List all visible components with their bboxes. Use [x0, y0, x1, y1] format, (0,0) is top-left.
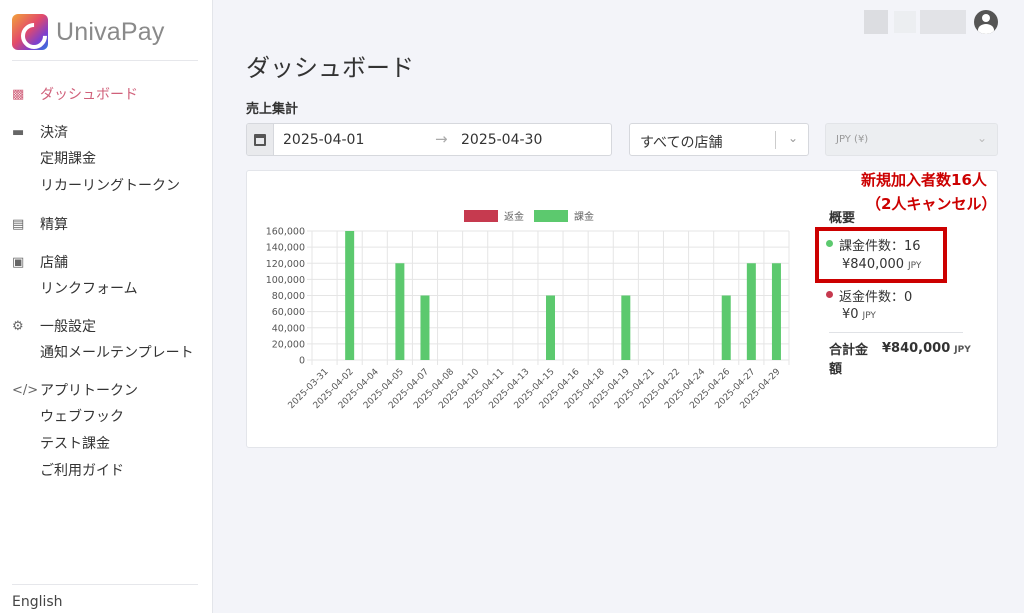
calendar-button[interactable] — [247, 124, 274, 155]
divider — [829, 332, 963, 333]
y-tick-label: 100,000 — [266, 275, 305, 286]
bar-charge — [771, 263, 781, 360]
y-tick-label: 0 — [299, 356, 305, 367]
currency-select[interactable]: JPY (¥) ⌄ — [825, 123, 998, 156]
refund-count: 返金件数：0 — [839, 290, 913, 305]
page-title: ダッシュボード — [246, 54, 414, 82]
y-tick-label: 160,000 — [266, 227, 305, 238]
currency-unit: JPY — [954, 345, 971, 355]
bar-charge — [395, 263, 405, 360]
sidebar-subitem[interactable]: ウェブフック — [12, 404, 138, 431]
divider — [775, 131, 776, 149]
date-end-input[interactable]: 2025-04-30 — [461, 132, 542, 148]
date-start-input[interactable]: 2025-04-01 — [283, 132, 364, 148]
brand-name: UnivaPay — [56, 17, 165, 46]
refund-dot-icon — [826, 291, 833, 298]
sidebar-item-label: ダッシュボード — [40, 87, 138, 103]
annotation-text: 新規加入者数16人 — [861, 171, 987, 189]
univapay-logo-icon — [12, 14, 48, 50]
legend-label-charge: 課金 — [574, 210, 594, 223]
store-icon: ▣ — [12, 254, 25, 270]
sidebar-group: </> アプリトークン ウェブフック テスト課金 ご利用ガイド — [0, 376, 138, 485]
bar-charge — [345, 231, 355, 360]
sidebar-subitem[interactable]: 通知メールテンプレート — [12, 340, 194, 367]
sidebar-group: ▣ 店舗リンクフォーム — [0, 248, 138, 303]
sidebar-subitem[interactable]: テスト課金 — [12, 431, 138, 458]
bar-charge — [721, 295, 731, 360]
divider — [12, 584, 198, 585]
blurred-user-info — [920, 10, 966, 34]
avatar-icon[interactable] — [974, 10, 998, 34]
y-tick-label: 20,000 — [272, 339, 305, 350]
sidebar-group: ⚙ 一般設定通知メールテンプレート — [0, 312, 194, 367]
currency-select-value: JPY (¥) — [836, 134, 869, 145]
bar-chart-icon: ▩ — [12, 86, 25, 102]
summary-label: 概要 — [829, 211, 856, 226]
bar-charge — [621, 295, 631, 360]
section-title: 売上集計 — [246, 102, 299, 117]
bar-charge — [420, 295, 430, 360]
y-tick-label: 60,000 — [272, 307, 305, 318]
sidebar-subitem[interactable]: リカーリングトークン — [12, 173, 180, 200]
refund-amount-value: ¥0 — [842, 307, 859, 322]
sales-bar-chart: 返金 課金 0 20,000 40,000 60,000 80,000 100,000 120,… — [266, 210, 790, 411]
sidebar-item-5[interactable]: </> アプリトークン — [12, 376, 138, 404]
sidebar-item-0[interactable]: ▩ ダッシュボード — [12, 80, 138, 108]
sidebar-item-label: アプリトークン — [40, 383, 138, 399]
sidebar-item-label: 一般設定 — [40, 319, 96, 335]
gear-icon: ⚙ — [12, 318, 24, 334]
bar-charge — [546, 295, 555, 360]
sidebar-item-3[interactable]: ▣ 店舗 — [12, 248, 138, 276]
legend-swatch-refund — [464, 210, 498, 222]
total-amount: ¥840,000 JPY — [882, 341, 971, 356]
brand-logo[interactable]: UnivaPay — [12, 14, 165, 50]
sidebar-item-label: 精算 — [40, 217, 68, 233]
store-select-value: すべての店舗 — [640, 135, 723, 151]
y-tick-label: 40,000 — [272, 323, 305, 334]
language-selector[interactable]: English — [12, 594, 63, 610]
legend-label-refund: 返金 — [504, 210, 524, 223]
sidebar-item-4[interactable]: ⚙ 一般設定 — [12, 312, 194, 340]
legend-swatch-charge — [534, 210, 568, 222]
blurred-user-info — [894, 11, 916, 33]
refund-amount: ¥0 JPY — [842, 307, 876, 322]
annotation-text: （2人キャンセル） — [866, 195, 997, 213]
y-tick-label: 120,000 — [266, 259, 305, 270]
chevron-down-icon[interactable]: ⌄ — [788, 131, 798, 145]
store-select[interactable]: すべての店舗 ⌄ — [629, 123, 809, 156]
user-menu[interactable] — [864, 10, 998, 34]
annotation-highlight-box — [815, 227, 947, 283]
sidebar-subitem[interactable]: リンクフォーム — [12, 276, 138, 303]
total-label: 合計金額 — [829, 343, 869, 377]
date-range-picker[interactable]: 2025-04-01 → 2025-04-30 — [246, 123, 612, 156]
sidebar-group: ▩ ダッシュボード — [0, 80, 138, 108]
y-tick-label: 80,000 — [272, 291, 305, 302]
y-tick-label: 140,000 — [266, 243, 305, 254]
chevron-down-icon[interactable]: ⌄ — [977, 131, 987, 145]
arrow-right-icon: → — [435, 130, 448, 148]
blurred-user-info — [864, 10, 888, 34]
sidebar-group: ▬ 決済定期課金 リカーリングトークン — [0, 118, 180, 200]
credit-card-icon: ▬ — [12, 124, 25, 140]
sidebar: UnivaPay ▩ ダッシュボード ▬ 決済定期課金 リカーリングトークン ▤ 精算 ▣ 店舗… — [0, 0, 213, 613]
sidebar-subitem[interactable]: 定期課金 — [12, 146, 180, 173]
total-amount-value: ¥840,000 — [882, 341, 951, 356]
sidebar-group: ▤ 精算 — [0, 210, 68, 238]
sidebar-item-label: 店舗 — [40, 255, 68, 271]
sidebar-item-label: 決済 — [40, 125, 68, 141]
calendar-icon — [254, 133, 266, 146]
divider — [12, 60, 198, 61]
sidebar-item-2[interactable]: ▤ 精算 — [12, 210, 68, 238]
code-icon: </> — [12, 382, 39, 398]
currency-unit: JPY — [862, 311, 876, 321]
sidebar-subitem[interactable]: ご利用ガイド — [12, 458, 138, 485]
document-icon: ▤ — [12, 216, 25, 232]
bar-charge — [746, 263, 756, 360]
sidebar-item-1[interactable]: ▬ 決済 — [12, 118, 180, 146]
